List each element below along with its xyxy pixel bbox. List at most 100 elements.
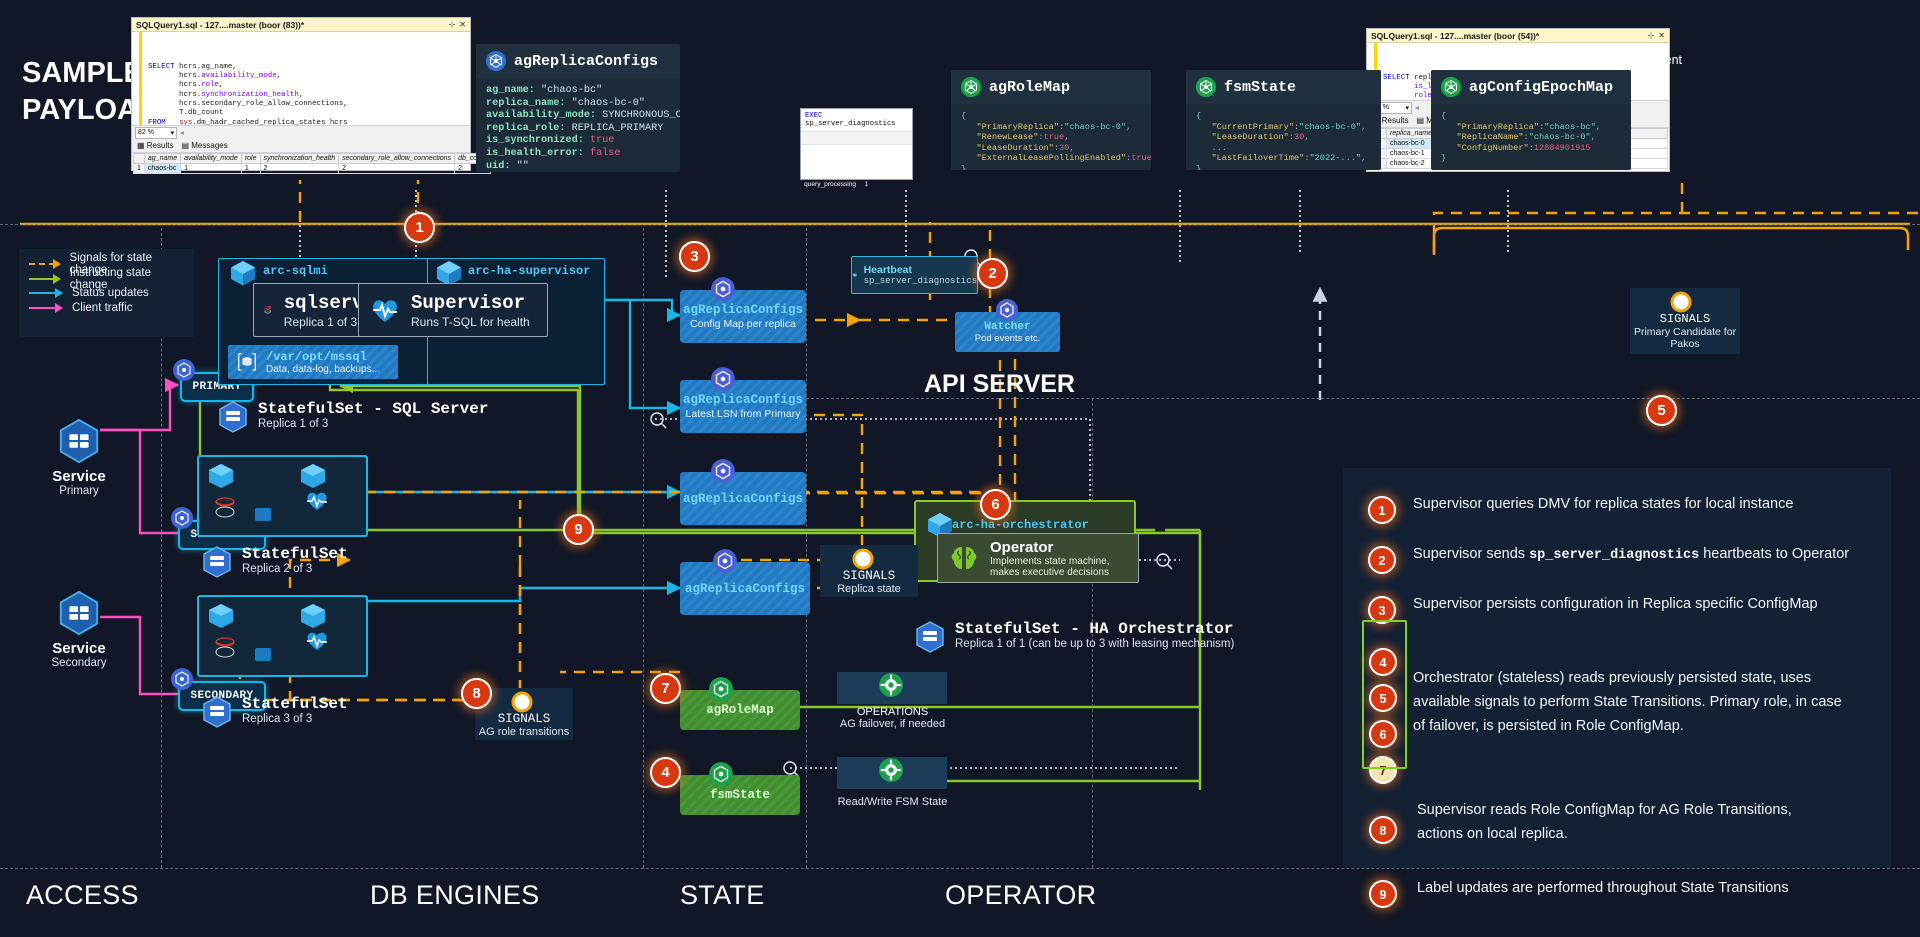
payload-title: agConfigEpochMap xyxy=(1469,78,1614,96)
kubernetes-icon xyxy=(996,299,1018,321)
statefulset-1-subtitle: Replica 1 of 3 xyxy=(258,418,329,430)
statefulset-icon xyxy=(916,621,944,653)
diagnostics-table: component_name state system 1 resource 1 query… xyxy=(804,148,880,188)
kubernetes-icon xyxy=(711,367,735,391)
pin-icon[interactable]: ⊹ xyxy=(449,20,456,29)
hscroll-left-arrow[interactable]: ◂ xyxy=(180,128,184,137)
results-table-left: ag_name availability_mode role synchronizat… xyxy=(133,153,491,174)
section-label-state: STATE xyxy=(680,880,765,910)
operator-line2: makes executive decisions xyxy=(990,566,1109,578)
heartbeat-icon xyxy=(373,300,397,322)
kubernetes-icon xyxy=(713,549,737,573)
ssms-left-result-tabs[interactable]: ▦ Results ▤ Messages xyxy=(132,139,470,153)
ssms-window-left[interactable]: SQLQuery1.sql - 127....master (boor (83)… xyxy=(131,17,491,174)
pin-icon[interactable]: ⊹ xyxy=(1648,31,1655,40)
configmap-4[interactable]: agReplicaConfigs xyxy=(680,562,810,615)
tab-results[interactable]: ▦ Results xyxy=(137,141,173,150)
payload-title: agReplicaConfigs xyxy=(514,52,659,70)
kubernetes-green-icon xyxy=(709,762,733,786)
tab-messages[interactable]: ▤ Messages xyxy=(181,141,227,150)
service-secondary: Service Secondary xyxy=(18,590,140,669)
configmap-1[interactable]: agReplicaConfigs Config Map per replica xyxy=(680,290,806,343)
signal-dot-icon xyxy=(511,691,533,713)
statefulset-icon xyxy=(219,401,247,433)
rolemap-name: agRoleMap xyxy=(706,703,774,717)
kubernetes-green-icon xyxy=(1440,76,1462,98)
configmap-3[interactable]: agReplicaConfigs xyxy=(680,472,806,525)
legend-line-icon xyxy=(29,273,61,284)
statefulset-1-title: StatefulSet - SQL Server xyxy=(258,400,489,418)
ssms-left-code-text: SELECT hcrs.ag_name, hcrs.availability_m… xyxy=(148,62,348,125)
payload-header: agRoleMap xyxy=(951,70,1151,104)
chevron-down-icon[interactable]: ▾ xyxy=(170,129,174,137)
supervisor-title: Supervisor xyxy=(411,291,526,314)
diagnostics-spacer xyxy=(801,132,912,145)
hscroll-left-arrow[interactable]: ◂ xyxy=(1415,103,1419,112)
legend-item-1: Instructing state change xyxy=(29,267,184,291)
code-gutter xyxy=(139,32,142,125)
payload-diagnostics: EXEC sp_server_diagnostics component_nam… xyxy=(800,108,913,188)
supervisor-subtitle: Runs T-SQL for health xyxy=(411,314,530,329)
replica-2-icons xyxy=(209,464,327,521)
ssms-left-code[interactable]: SELECT hcrs.ag_name, hcrs.availability_m… xyxy=(132,32,470,125)
witness-note-text: 3rd witness for 2 replica deployment xyxy=(1481,53,1683,67)
step-text: Label updates are performed throughout S… xyxy=(1417,880,1789,896)
sqlserver-icon xyxy=(264,305,272,314)
ssms-left-grid[interactable]: ag_name availability_mode role synchronizat… xyxy=(132,153,491,174)
close-icon[interactable]: ✕ xyxy=(459,20,466,29)
heartbeat-t1: Heartbeat xyxy=(863,264,913,276)
watcher-t2: Pod events etc. xyxy=(974,332,1041,344)
statefulset-orch-title: StatefulSet - HA Orchestrator xyxy=(955,620,1234,638)
zoom-level-label: 82 % xyxy=(138,129,154,136)
configmap-fsmstate[interactable]: fsmState xyxy=(680,775,800,815)
section-label-access: ACCESS xyxy=(26,880,139,910)
payload-ag-role-map: agRoleMap { "PrimaryReplica":"chaos-bc-0… xyxy=(951,70,1151,170)
payload-title: agRoleMap xyxy=(989,78,1071,96)
signals-ag-t2: AG role transitions xyxy=(478,726,570,738)
k8s-badge-secondary-2 xyxy=(171,668,193,690)
readwrite-t2: Read/Write FSM State xyxy=(837,796,948,808)
table-row: query_processing 1 xyxy=(804,181,869,188)
ssms-right-tab-title: SQLQuery1.sql - 127....master (boor (54)… xyxy=(1371,30,1540,41)
operator-title: Operator xyxy=(990,538,1054,556)
statefulset-orch-subtitle: Replica 1 of 1 (can be up to 3 with leas… xyxy=(955,638,1235,650)
hexagon-service-icon xyxy=(59,418,99,464)
volume-title: /var/opt/mssql xyxy=(266,349,367,364)
ssms-left-tabbar[interactable]: SQLQuery1.sql - 127....master (boor (83)… xyxy=(132,18,470,32)
heartbeat-box: Heartbeat sp_server_diagnostics xyxy=(851,256,978,294)
payload-body: ag_name: "chaos-bc" replica_name: "chaos… xyxy=(486,85,680,172)
callout-5: 5 xyxy=(1646,395,1677,426)
gear-icon xyxy=(879,758,903,782)
ssms-left-zoomrow[interactable]: 82 % ▾ ◂ xyxy=(132,125,470,139)
step-text: Supervisor persists configuration in Rep… xyxy=(1413,596,1818,612)
configmap-4-name: agReplicaConfigs xyxy=(684,581,806,596)
diagram-root: SAMPLE PAYLOADS SQLQuery1.sql - 127....m… xyxy=(0,0,1920,937)
k8s-badge-primary xyxy=(173,359,195,381)
volume-subtitle: Data, data-log, backups... xyxy=(266,363,380,375)
table-row: 1 chaos-bc 1 1 2 2 2 xyxy=(133,163,491,174)
signals-candidate-t2: Primary Candidate for xyxy=(1633,326,1737,338)
payload-ag-config-epoch-map: agConfigEpochMap { "PrimaryReplica":"cha… xyxy=(1431,70,1631,170)
label-arc-ha-supervisor: arc-ha-supervisor xyxy=(468,264,591,278)
callout-4: 4 xyxy=(650,757,681,788)
configmap-2[interactable]: agReplicaConfigs Latest LSN from Primary xyxy=(680,380,806,433)
payload-title: fsmState xyxy=(1224,78,1297,96)
payload-body: { "PrimaryReplica":"chaos-bc", "ReplicaN… xyxy=(1441,111,1601,164)
operations-label: OPERATIONS AG failover, if needed xyxy=(820,706,965,730)
k8s-badge-secondary-1 xyxy=(171,507,193,529)
operations-t2: AG failover, if needed xyxy=(839,718,946,730)
payload-body: { "CurrentPrimary":"chaos-bc-0", "LeaseD… xyxy=(1196,111,1367,170)
chevron-down-icon[interactable]: ▾ xyxy=(1405,104,1409,112)
configmap-rolemap[interactable]: agRoleMap xyxy=(680,690,800,730)
divider-top xyxy=(0,224,1920,225)
replica-3-icons xyxy=(209,604,327,661)
callout-3: 3 xyxy=(679,241,710,272)
service-primary-title: Service xyxy=(52,468,106,485)
table-row: resource 1 xyxy=(804,170,869,177)
zoom-select[interactable]: 82 % ▾ xyxy=(135,126,177,139)
close-icon[interactable]: ✕ xyxy=(1658,31,1665,40)
ssms-right-tabbar[interactable]: SQLQuery1.sql - 127....master (boor (54)… xyxy=(1367,29,1669,43)
step-bullet-9: 9 xyxy=(1369,880,1397,908)
service-primary: Service Primary xyxy=(18,418,140,497)
readwrite-label: Read/Write FSM State xyxy=(820,796,965,808)
